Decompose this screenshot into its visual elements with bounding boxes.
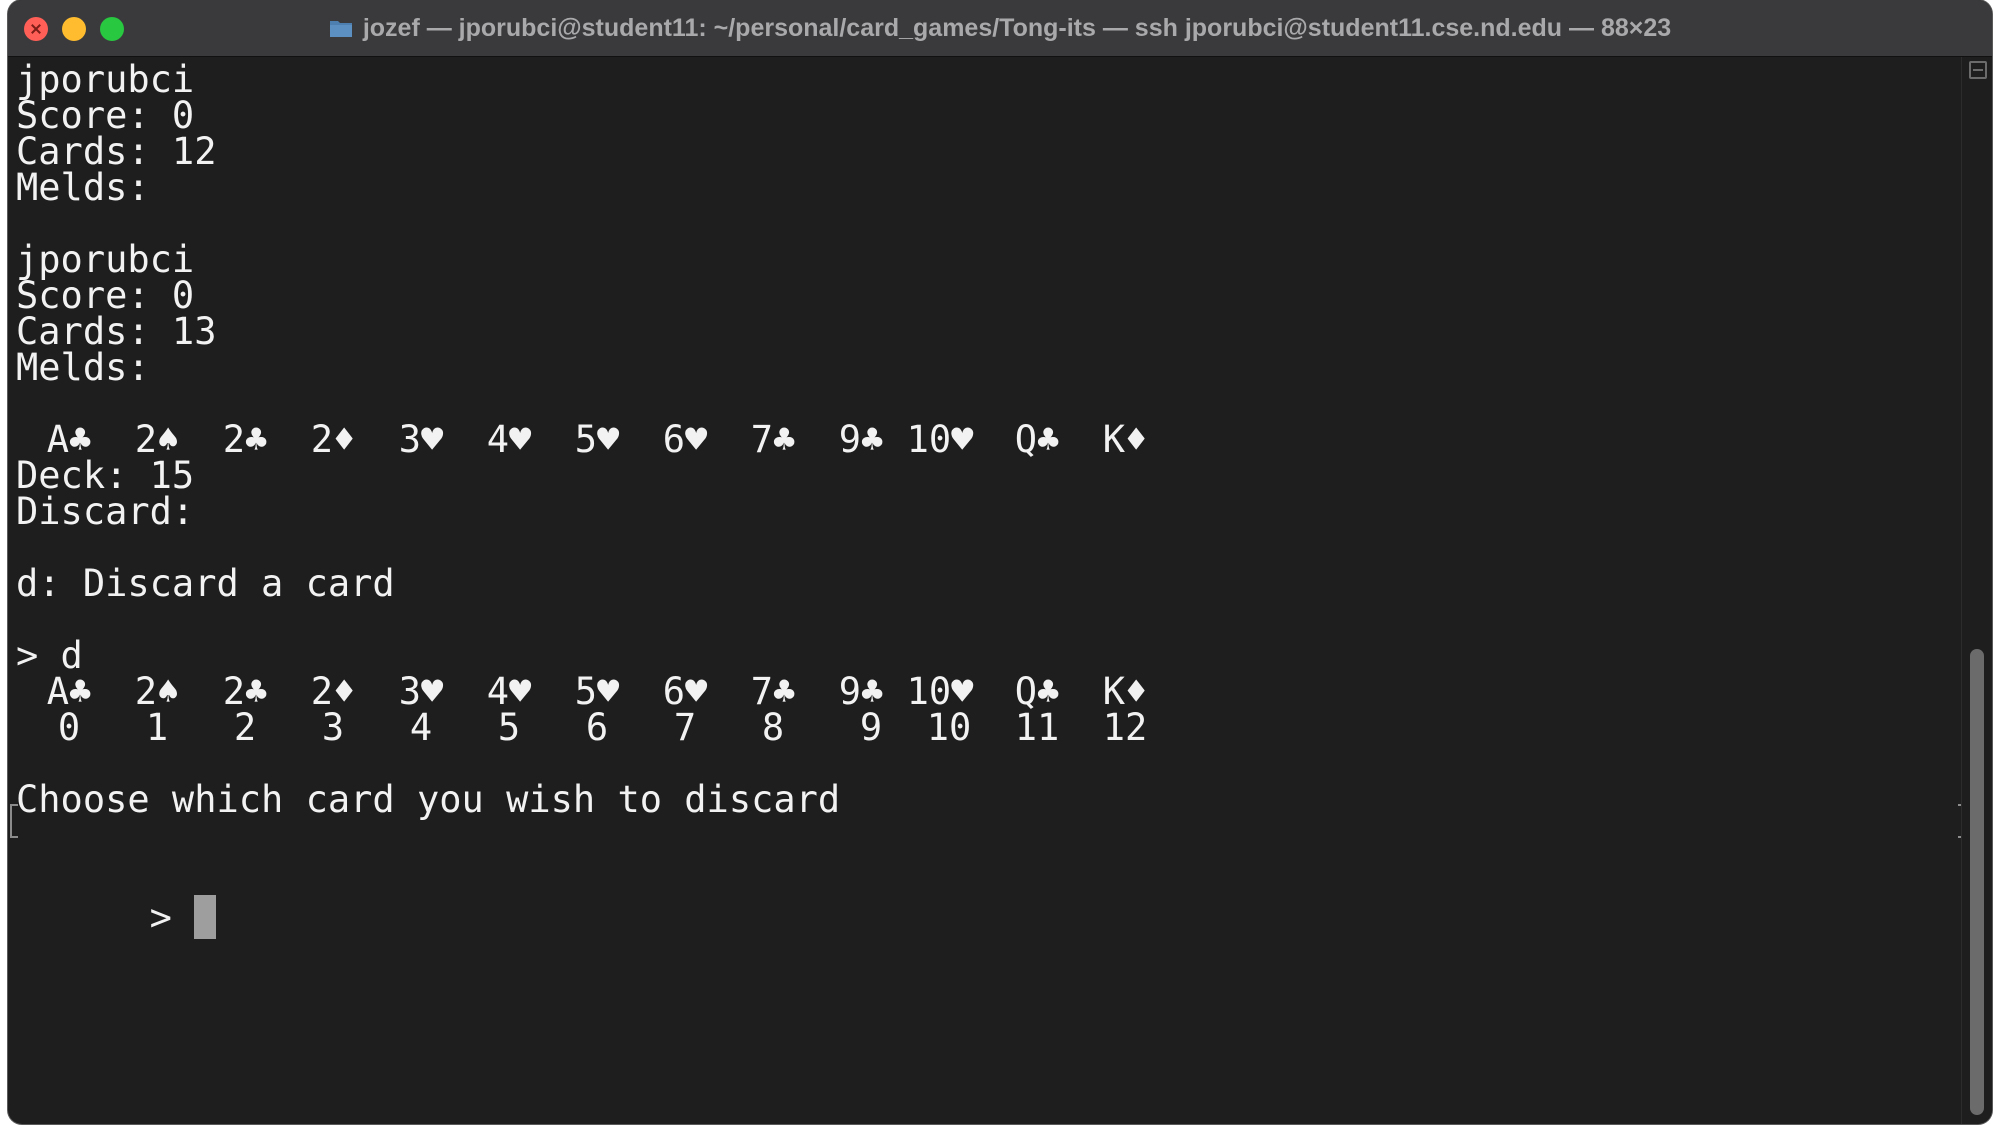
menu-option-discard: d: Discard a card [16,562,395,605]
hand-card: 3♥ [398,418,444,461]
input-line[interactable]: > [16,849,217,939]
prompt-symbol: > [149,896,172,939]
player2-melds: Melds: [16,346,150,389]
choose-card-prompt: Choose which card you wish to discard [16,778,841,821]
hand-card: 2♣ [222,418,268,461]
hand-card: 7♣ [750,418,796,461]
card-index: 10 [926,706,972,749]
card-index: 5 [497,706,521,749]
card-index: 4 [409,706,433,749]
card-index: 1 [145,706,169,749]
card-index: 7 [673,706,697,749]
title-bar[interactable]: jozef — jporubci@student11: ~/personal/c… [8,0,1992,57]
split-pane-icon[interactable] [1969,61,1987,79]
window-title-group: jozef — jporubci@student11: ~/personal/c… [8,0,1992,56]
card-index: 3 [321,706,345,749]
folder-icon [329,18,353,38]
hand-card: K♦ [1102,418,1148,461]
scrollbar[interactable] [1961,57,1992,1124]
hand-card: 6♥ [662,418,708,461]
hand-card: Q♣ [1014,418,1060,461]
hand-card: 2♦ [310,418,356,461]
hand-card: 9♣ [838,418,884,461]
card-index: 0 [57,706,81,749]
card-index: 6 [585,706,609,749]
window-title: jozef — jporubci@student11: ~/personal/c… [362,13,1672,42]
terminal-window: jozef — jporubci@student11: ~/personal/c… [8,0,1992,1124]
card-index: 11 [1014,706,1060,749]
hand-card: 4♥ [486,418,532,461]
text-cursor[interactable] [194,895,217,939]
card-index: 2 [233,706,257,749]
discard-pile: Discard: [16,490,195,533]
card-index: 8 [761,706,785,749]
scrollbar-thumb[interactable] [1970,649,1984,1115]
player1-melds: Melds: [16,166,150,209]
hand-card: 10♥ [906,418,974,461]
card-index: 9 [859,706,883,749]
hand-card: 5♥ [574,418,620,461]
terminal-output[interactable]: jporubci Score: 0 Cards: 12 Melds: jporu… [8,57,1966,1124]
card-index: 12 [1102,706,1148,749]
